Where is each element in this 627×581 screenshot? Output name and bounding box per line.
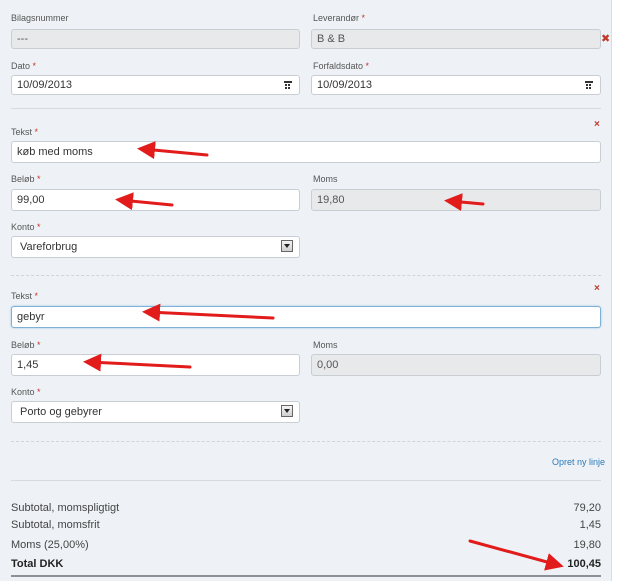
tekst-input[interactable]: gebyr: [11, 306, 601, 328]
total-label: Total DKK: [11, 558, 64, 570]
bilagsnummer-label: Bilagsnummer: [11, 13, 69, 23]
belob-label: Beløb *: [11, 340, 41, 350]
section-divider: [11, 108, 601, 109]
moms-field: 0,00: [311, 354, 601, 376]
subtotal-exempt-value: 1,45: [579, 519, 601, 531]
subtotal-vat-label: Subtotal, momspligtigt: [11, 502, 120, 514]
line-divider: [11, 441, 601, 442]
leverandor-label: Leverandør *: [313, 13, 366, 23]
forfaldsdato-label: Forfaldsdato *: [313, 61, 370, 71]
moms-label: Moms: [313, 174, 338, 184]
subtotal-exempt-label: Subtotal, momsfrit: [11, 519, 100, 531]
belob-input[interactable]: 1,45: [11, 354, 300, 376]
totals-divider: [11, 480, 601, 481]
calendar-icon[interactable]: [284, 81, 292, 89]
tekst-label: Tekst *: [11, 127, 39, 137]
add-line-link[interactable]: Opret ny linje: [552, 457, 605, 467]
tekst-label: Tekst *: [11, 291, 39, 301]
bilagsnummer-field: ---: [11, 29, 300, 49]
belob-label: Beløb *: [11, 174, 41, 184]
moms-field: 19,80: [311, 189, 601, 211]
vat-value: 19,80: [573, 539, 601, 551]
dato-label: Dato *: [11, 61, 37, 71]
total-underline: [11, 575, 601, 577]
konto-select[interactable]: Porto og gebyrer: [11, 401, 300, 423]
forfaldsdato-input[interactable]: 10/09/2013: [311, 75, 601, 95]
konto-select[interactable]: Vareforbrug: [11, 236, 300, 258]
konto-label: Konto *: [11, 387, 41, 397]
vat-label: Moms (25,00%): [11, 539, 89, 551]
dato-input[interactable]: 10/09/2013: [11, 75, 300, 95]
remove-line-icon[interactable]: ×: [594, 120, 600, 130]
konto-label: Konto *: [11, 222, 41, 232]
clear-supplier-icon[interactable]: ✖: [601, 34, 610, 45]
chevron-down-icon[interactable]: [281, 405, 293, 417]
calendar-icon[interactable]: [585, 81, 593, 89]
belob-input[interactable]: 99,00: [11, 189, 300, 211]
tekst-input[interactable]: køb med moms: [11, 141, 601, 163]
total-value: 100,45: [567, 558, 601, 570]
leverandor-field[interactable]: B & B: [311, 29, 601, 49]
subtotal-vat-value: 79,20: [573, 502, 601, 514]
line-divider: [11, 275, 601, 276]
chevron-down-icon[interactable]: [281, 240, 293, 252]
right-panel-edge: [611, 0, 627, 581]
remove-line-icon[interactable]: ×: [594, 284, 600, 294]
moms-label: Moms: [313, 340, 338, 350]
